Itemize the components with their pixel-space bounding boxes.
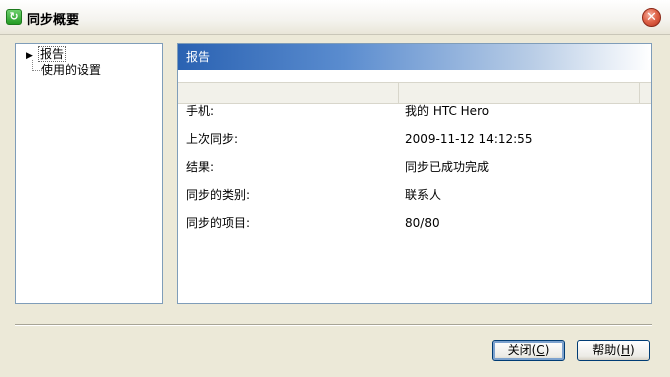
sync-icon: ↻ — [6, 9, 22, 25]
window-title: 同步概要 — [27, 13, 80, 28]
table-row: 结果: 同步已成功完成 — [178, 156, 651, 178]
row-key: 结果: — [186, 160, 215, 174]
table-row: 手机: 我的 HTC Hero — [178, 100, 651, 122]
row-value: 2009-11-12 14:12:55 — [405, 132, 533, 146]
row-key: 上次同步: — [186, 132, 239, 146]
row-key: 同步的项目: — [186, 216, 251, 230]
table-row: 同步的项目: 80/80 — [178, 212, 651, 234]
help-button[interactable]: 帮助(H) — [577, 340, 650, 361]
close-icon[interactable]: ✕ — [642, 8, 661, 27]
row-value: 80/80 — [405, 216, 440, 230]
panel-header: 报告 — [178, 44, 651, 70]
row-value: 我的 HTC Hero — [405, 104, 490, 118]
table-row: 上次同步: 2009-11-12 14:12:55 — [178, 128, 651, 150]
table-row: 同步的类别: 联系人 — [178, 184, 651, 206]
row-key: 手机: — [186, 104, 215, 118]
close-button[interactable]: 关闭(C) — [492, 340, 565, 361]
tree-item-label: 使用的设置 — [41, 63, 102, 77]
row-value: 同步已成功完成 — [405, 160, 490, 174]
settings-tree: ▶ 报告 使用的设置 — [15, 43, 163, 304]
report-panel: 报告 手机: 我的 HTC Hero 上次同步: 2009-11-12 14:1… — [177, 43, 652, 304]
row-key: 同步的类别: — [186, 188, 251, 202]
divider — [15, 324, 652, 326]
tree-item-used-settings[interactable]: 使用的设置 — [41, 62, 101, 78]
row-value: 联系人 — [405, 188, 442, 202]
tree-item-label: 报告 — [38, 46, 67, 62]
title-bar[interactable]: ↻ 同步概要 ✕ — [0, 0, 670, 35]
